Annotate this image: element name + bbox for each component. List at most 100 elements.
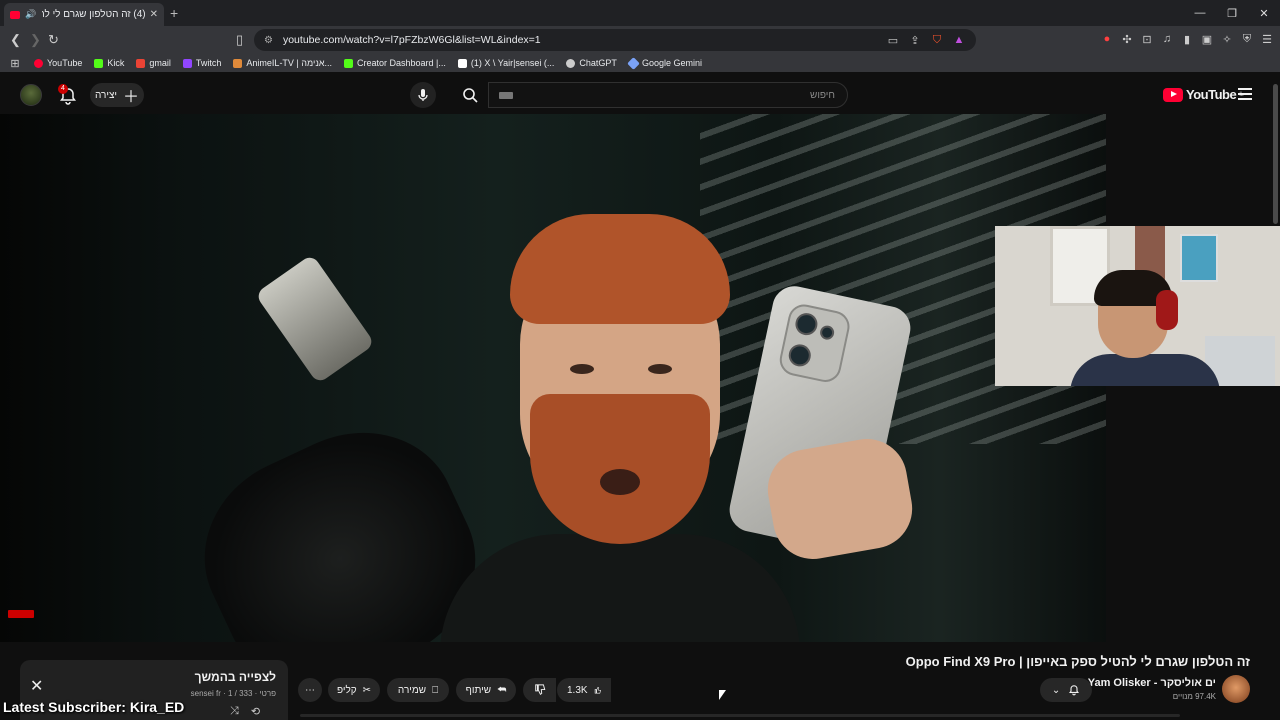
- channel-name[interactable]: ים אוליסקר - Yam Olisker: [1088, 677, 1216, 689]
- like-button[interactable]: 1.3K: [557, 678, 611, 702]
- search-button[interactable]: [452, 82, 488, 108]
- new-tab-button[interactable]: +: [170, 5, 178, 21]
- chatgpt-icon: [566, 58, 576, 68]
- video-player[interactable]: [0, 114, 1106, 642]
- forward-icon[interactable]: ❯: [30, 32, 41, 48]
- address-toolbar: ❮ ❯ ↻ ▯ ⚙ youtube.com/watch?v=l7pFZbzW6G…: [0, 26, 1280, 54]
- subscribe-watermark[interactable]: [8, 610, 34, 618]
- bookmark-creator-dashboard[interactable]: Creator Dashboard |...: [344, 58, 446, 68]
- brave-shield-icon[interactable]: ⛉: [930, 33, 944, 47]
- extension-red-icon[interactable]: ●: [1100, 32, 1114, 46]
- video-mic-mount: [254, 253, 376, 385]
- chevron-down-icon: ⌄: [1051, 684, 1061, 696]
- twitch-icon: [182, 58, 192, 68]
- share-icon: ⮪: [497, 684, 507, 696]
- url-text: youtube.com/watch?v=l7pFZbzW6Gl&list=WL&…: [282, 34, 541, 46]
- leo-ai-icon[interactable]: ✧: [1220, 32, 1234, 46]
- more-actions-button[interactable]: ⋯: [298, 678, 322, 702]
- tab-title: (4) זה הטלפון שגרם לי להטי: [42, 9, 146, 20]
- gemini-icon: [627, 56, 640, 70]
- puzzle-icon[interactable]: ✣: [1120, 32, 1134, 46]
- minimize-icon[interactable]: —: [1184, 0, 1216, 26]
- close-window-icon[interactable]: ✕: [1248, 0, 1280, 26]
- guide-menu-icon[interactable]: [1238, 88, 1252, 100]
- channel-avatar[interactable]: [1222, 675, 1250, 703]
- microphone-icon: [418, 89, 428, 101]
- bookmark-chatgpt[interactable]: ChatGPT: [566, 58, 617, 68]
- music-icon[interactable]: ♫: [1160, 32, 1174, 46]
- subscriber-count: 97.4K מנויים: [1172, 692, 1216, 701]
- account-avatar[interactable]: [20, 84, 42, 106]
- stream-latest-subscriber-overlay: Latest Subscriber: Kira_ED: [3, 699, 185, 715]
- apps-grid-icon[interactable]: ⊞: [8, 56, 22, 70]
- dislike-button[interactable]: [523, 678, 556, 702]
- save-button[interactable]: שמירה ⎕: [387, 678, 449, 702]
- bookmark-youtube[interactable]: YouTube: [34, 58, 82, 68]
- share-label: שיתוף: [465, 684, 492, 696]
- keyboard-icon[interactable]: [499, 91, 513, 99]
- bookmark-x[interactable]: (1) X \ Yair|sensei (...: [457, 58, 554, 68]
- voice-search-button[interactable]: [410, 82, 436, 108]
- x-icon: [457, 58, 467, 68]
- search-input[interactable]: חיפוש: [488, 82, 848, 108]
- sidebar-icon[interactable]: ▮: [1180, 32, 1194, 46]
- bookmark-icon: ⎕: [432, 684, 439, 696]
- bookmark-twitch[interactable]: Twitch: [182, 58, 221, 68]
- youtube-logo-text: YouTube: [1186, 87, 1237, 102]
- menu-icon[interactable]: ☰: [1260, 32, 1274, 46]
- youtube-play-icon: [1163, 87, 1183, 102]
- plus-icon: ＋: [123, 89, 140, 106]
- active-tab[interactable]: 🔊 (4) זה הטלפון שגרם לי להטי ✕: [4, 3, 164, 26]
- bookmark-animeil[interactable]: AnimeIL-TV | אנימה...: [233, 58, 332, 68]
- save-label: שמירה: [397, 684, 427, 696]
- bookmark-gemini[interactable]: Google Gemini: [627, 56, 702, 70]
- screenshot-icon[interactable]: ⊡: [1140, 32, 1154, 46]
- video-title: זה הטלפון שגרם לי להטיל ספק באייפון | Op…: [905, 654, 1250, 669]
- browser-tab-strip: 🔊 (4) זה הטלפון שגרם לי להטי ✕ + — ❐ ✕: [0, 0, 1280, 26]
- youtube-logo[interactable]: YouTube IL: [1163, 87, 1244, 102]
- comments-divider: [300, 714, 1180, 717]
- window-controls: — ❐ ✕: [1184, 0, 1280, 26]
- playlist-subtitle: פרטי · sensei fr · 1 / 333: [190, 689, 276, 698]
- share-button[interactable]: שיתוף ⮪: [456, 678, 516, 702]
- wallet-icon[interactable]: ▣: [1200, 32, 1214, 46]
- gmail-icon: [136, 58, 146, 68]
- clip-button[interactable]: קליפ ✂: [328, 678, 380, 702]
- animeil-icon: [233, 58, 243, 68]
- cast-icon[interactable]: ▭: [886, 33, 900, 47]
- bookmark-gmail[interactable]: gmail: [136, 58, 171, 68]
- close-tab-icon[interactable]: ✕: [150, 9, 158, 20]
- loop-icon[interactable]: ⟲: [251, 705, 260, 718]
- notifications-button[interactable]: 4: [58, 84, 78, 106]
- mouse-cursor: [719, 690, 726, 700]
- site-info-icon[interactable]: ⚙: [264, 35, 273, 46]
- bookmark-kick[interactable]: Kick: [94, 58, 124, 68]
- vpn-icon[interactable]: ⛨: [1240, 32, 1254, 46]
- playlist-controls: ⤨ ⟲: [230, 705, 260, 718]
- url-bar[interactable]: ⚙ youtube.com/watch?v=l7pFZbzW6Gl&list=W…: [254, 29, 976, 51]
- notification-count-badge: 4: [58, 84, 68, 94]
- bookmark-page-icon[interactable]: ▯: [236, 32, 243, 48]
- reload-icon[interactable]: ↻: [48, 32, 59, 48]
- page-scrollbar[interactable]: [1273, 84, 1278, 224]
- share-page-icon[interactable]: ⇪: [908, 33, 922, 47]
- extensions-area: ● ✣ ⊡ ♫ ▮ ▣ ✧ ⛨ ☰: [1100, 32, 1274, 46]
- speaker-icon[interactable]: 🔊: [24, 8, 38, 22]
- brave-rewards-icon[interactable]: ▲: [952, 33, 966, 47]
- restore-icon[interactable]: ❐: [1216, 0, 1248, 26]
- clip-label: קליפ: [336, 684, 357, 696]
- create-button[interactable]: יצירה ＋: [90, 83, 144, 107]
- subscribed-notifications-button[interactable]: ⌄: [1040, 678, 1092, 702]
- kick-icon: [344, 58, 353, 68]
- kick-icon: [94, 58, 104, 68]
- close-playlist-icon[interactable]: ✕: [30, 676, 43, 696]
- youtube-favicon-icon: [10, 10, 20, 19]
- playlist-title[interactable]: לצפייה בהמשך: [195, 670, 276, 684]
- back-icon[interactable]: ❮: [10, 32, 21, 48]
- video-presenter: [440, 214, 800, 642]
- like-count: 1.3K: [567, 684, 588, 696]
- shuffle-icon[interactable]: ⤨: [230, 705, 239, 718]
- youtube-icon: [34, 58, 43, 68]
- scissors-icon: ✂: [362, 684, 372, 696]
- bell-icon: [1069, 685, 1080, 696]
